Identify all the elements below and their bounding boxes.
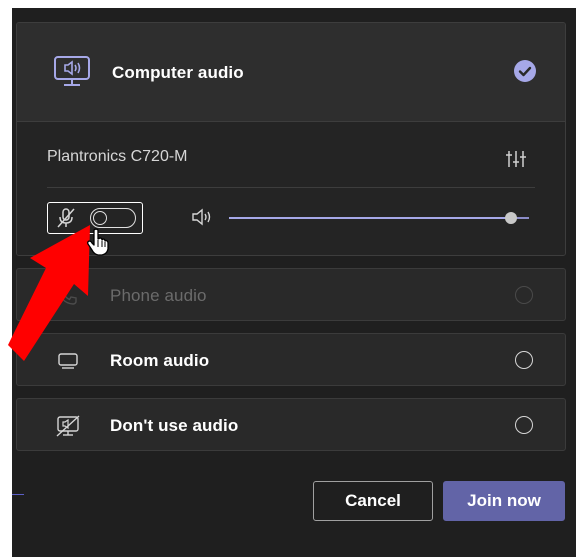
mic-toggle-knob — [93, 210, 107, 225]
computer-audio-label: Computer audio — [112, 63, 244, 82]
speaker-volume-slider[interactable] — [229, 212, 529, 224]
speaker-icon — [191, 208, 213, 231]
phone-audio-radio — [515, 286, 533, 304]
monitor-speaker-icon — [53, 55, 91, 94]
room-audio-label: Room audio — [110, 351, 210, 370]
mic-off-icon — [55, 207, 77, 234]
option-computer-audio[interactable]: Computer audio Plantronics C720-M — [16, 22, 566, 256]
dont-use-audio-label: Don't use audio — [110, 416, 239, 435]
cancel-button[interactable]: Cancel — [313, 481, 433, 521]
selected-check-icon — [514, 60, 536, 82]
sliders-icon[interactable] — [506, 150, 526, 173]
device-name[interactable]: Plantronics C720-M — [47, 148, 188, 166]
no-audio-icon — [55, 414, 81, 443]
screenshot-root: Computer audio Plantronics C720-M Phone … — [0, 0, 576, 557]
mic-toggle-switch[interactable] — [90, 208, 136, 228]
computer-audio-header[interactable]: Computer audio — [17, 23, 565, 122]
dont-use-audio-radio[interactable] — [515, 416, 533, 434]
settings-divider — [47, 187, 535, 188]
room-audio-radio[interactable] — [515, 351, 533, 369]
join-now-button[interactable]: Join now — [443, 481, 565, 521]
phone-icon — [57, 285, 79, 312]
option-room-audio[interactable]: Room audio — [16, 333, 566, 386]
accent-stripe — [12, 494, 24, 495]
phone-audio-label: Phone audio — [110, 286, 207, 305]
speaker-volume-fill — [229, 217, 511, 219]
option-phone-audio: Phone audio — [16, 268, 566, 321]
speaker-volume-thumb[interactable] — [505, 212, 517, 224]
option-dont-use-audio[interactable]: Don't use audio — [16, 398, 566, 451]
hand-pointer-cursor-icon — [86, 228, 110, 261]
room-device-icon — [57, 351, 79, 376]
